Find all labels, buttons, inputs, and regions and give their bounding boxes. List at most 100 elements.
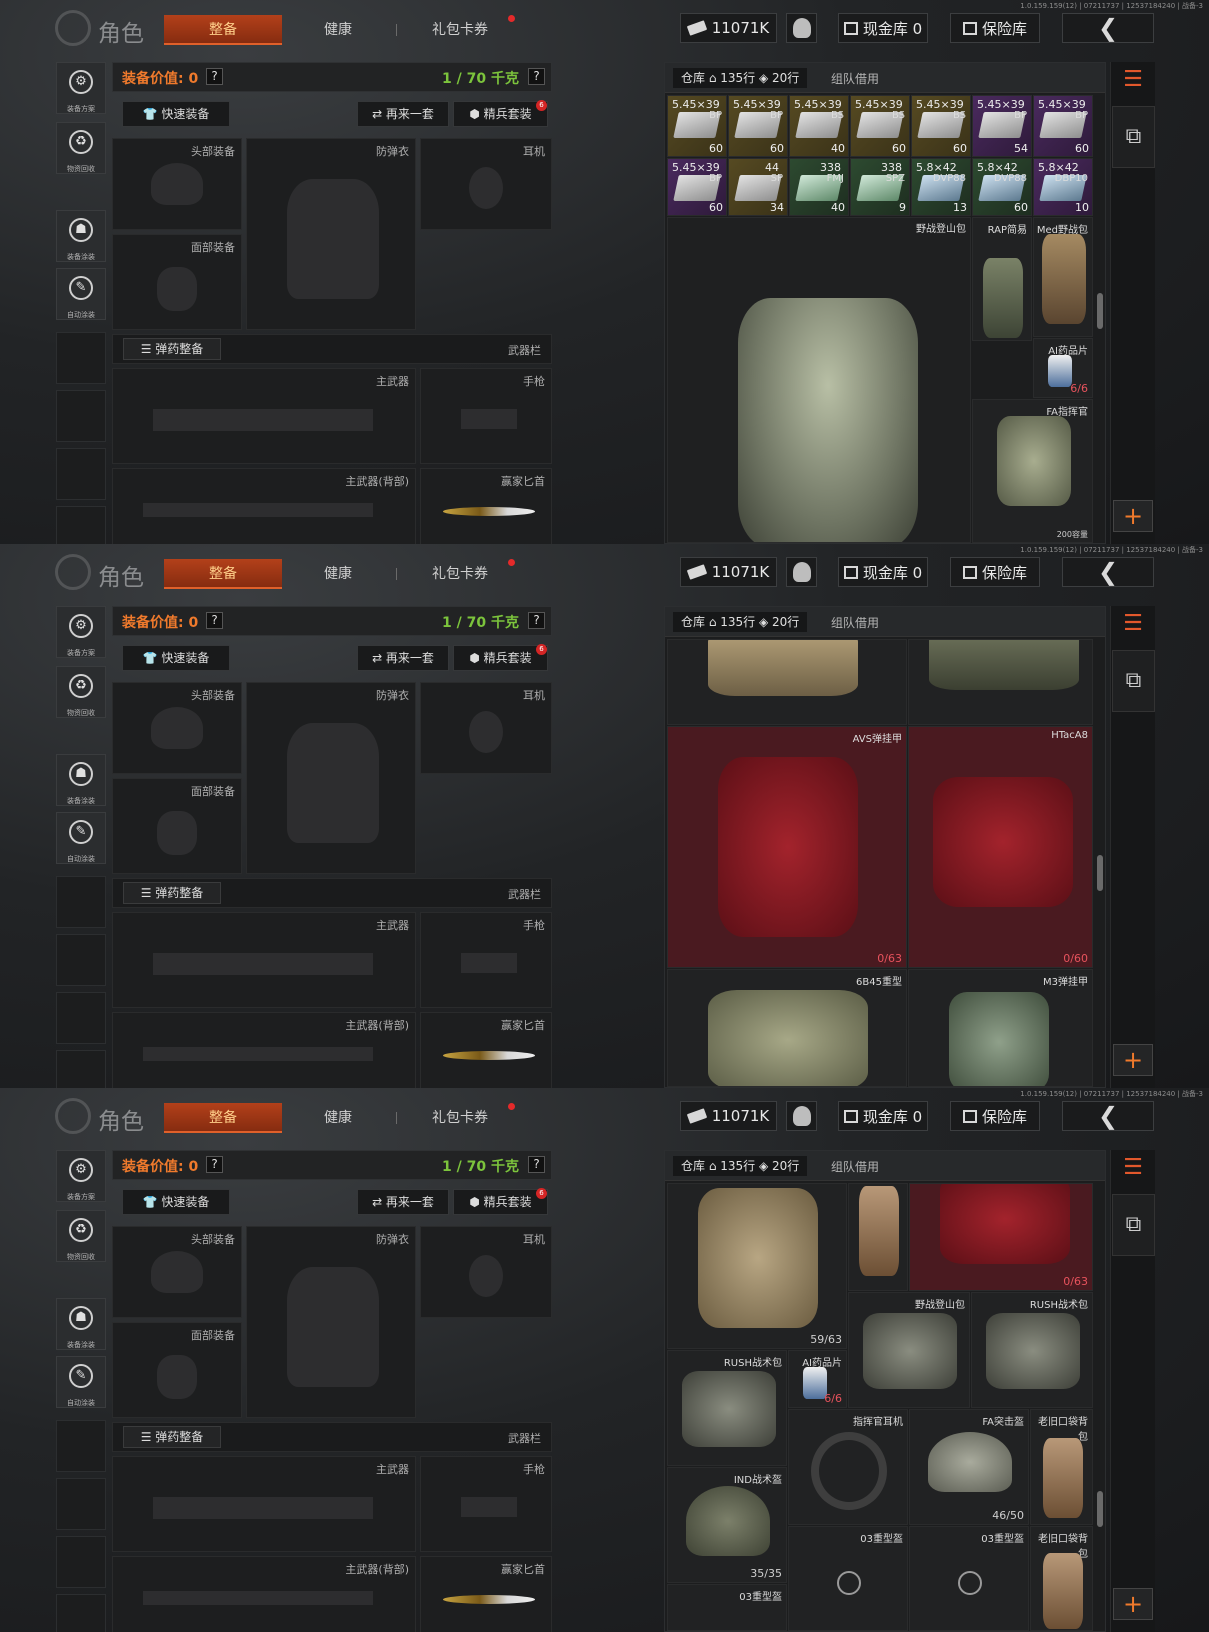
item-cell[interactable]: 03重型盔 [909,1526,1029,1631]
add-button[interactable]: + [1113,1044,1153,1076]
quick-equip-button[interactable]: 👕 快速装备 [122,1189,230,1215]
item-cell[interactable]: 03重型盔 [788,1526,908,1631]
head-slot[interactable]: 头部装备 [112,1226,242,1318]
armor-cell[interactable]: M3弹挂甲 [908,969,1093,1087]
tab-health[interactable]: 健康 [308,15,368,45]
team-borrow-tab[interactable]: 组队借用 [831,70,879,87]
armor-slot[interactable]: 防弹衣 [246,682,416,874]
repeat-set-button[interactable]: ⇄ 再来一套 [357,1189,449,1215]
repeat-set-button[interactable]: ⇄ 再来一套 [357,101,449,127]
main-weapon-slot[interactable]: 主武器 [112,912,416,1008]
money-box[interactable]: 11071K [680,557,777,587]
tab-gear[interactable]: 整备 [164,15,282,45]
team-borrow-tab[interactable]: 组队借用 [831,1158,879,1175]
ear-slot[interactable]: 耳机 [420,138,552,230]
tab-health[interactable]: 健康 [308,1103,368,1133]
knife-slot[interactable]: 赢家匕首 [420,1556,552,1632]
item-cell[interactable] [908,639,1093,725]
item-cell[interactable]: 老旧口袋背包 [1030,1409,1093,1525]
back-button[interactable]: ❮ [1062,13,1154,43]
face-slot[interactable]: 面部装备 [112,234,242,330]
item-cell[interactable]: FA突击盔 46/50 [909,1409,1029,1525]
safe-button[interactable]: 保险库 [950,13,1040,43]
item-cell[interactable]: 03重型盔 [667,1584,787,1631]
ammo-cell[interactable]: 5.45×39 BS 60 [850,95,910,157]
item-cell[interactable]: FA指挥官 200容量 [972,399,1093,543]
ammo-cell[interactable]: 338 SPZ 9 [850,158,910,216]
knife-slot[interactable]: 赢家匕首 [420,468,552,544]
ammo-prep-button[interactable]: ☰ 弹药整备 [123,1426,221,1448]
item-cell[interactable]: RUSH战术包 [667,1350,787,1466]
quick-equip-button[interactable]: 👕 快速装备 [122,101,230,127]
help-icon[interactable]: ? [528,1156,545,1173]
item-cell[interactable]: Med野战包 [1033,217,1093,337]
cash-vault-button[interactable]: 现金库 0 [838,13,928,43]
stack-icon[interactable]: ☰ [1120,612,1146,638]
sidebar-auto-paint[interactable]: ✎ 自动涂装 [56,268,106,320]
face-slot[interactable]: 面部装备 [112,778,242,874]
storage-tab[interactable]: 仓库 ⌂ 135行 ◈ 20行 [673,612,808,632]
item-cell[interactable] [667,639,907,725]
tab-gear[interactable]: 整备 [164,1103,282,1133]
soldier-button[interactable] [786,13,817,43]
ammo-prep-button[interactable]: ☰ 弹药整备 [123,882,221,904]
soldier-button[interactable] [786,1101,817,1131]
ear-slot[interactable]: 耳机 [420,1226,552,1318]
armor-cell[interactable]: 59/63 [667,1183,847,1349]
safe-button[interactable]: 保险库 [950,557,1040,587]
repeat-set-button[interactable]: ⇄ 再来一套 [357,645,449,671]
stack-icon[interactable]: ☰ [1120,68,1146,94]
team-borrow-tab[interactable]: 组队借用 [831,614,879,631]
elite-set-button[interactable]: ⬢ 精兵套装 [453,101,548,127]
tab-health[interactable]: 健康 [308,559,368,589]
armor-cell[interactable]: 6B45重型 [667,969,907,1087]
layer-icon[interactable]: ⧉ [1112,650,1155,712]
ammo-cell[interactable]: 5.45×39 BP 60 [667,158,727,216]
knife-slot[interactable]: 赢家匕首 [420,1012,552,1088]
armor-slot[interactable]: 防弹衣 [246,1226,416,1418]
back-weapon-slot[interactable]: 主武器(背部) [112,1012,416,1088]
item-cell[interactable]: 野战登山包 [848,1292,970,1408]
add-button[interactable]: + [1113,500,1153,532]
scrollbar[interactable] [1097,855,1103,891]
armor-cell[interactable]: 0/63 [909,1183,1093,1291]
main-weapon-slot[interactable]: 主武器 [112,1456,416,1552]
main-weapon-slot[interactable]: 主武器 [112,368,416,464]
sidebar-paint[interactable]: ☗ 装备涂装 [56,754,106,806]
quick-equip-button[interactable]: 👕 快速装备 [122,645,230,671]
layer-icon[interactable]: ⧉ [1112,1194,1155,1256]
stack-icon[interactable]: ☰ [1120,1156,1146,1182]
tab-gift[interactable]: 礼包卡券 [420,15,500,45]
face-slot[interactable]: 面部装备 [112,1322,242,1418]
back-button[interactable]: ❮ [1062,557,1154,587]
help-icon[interactable]: ? [206,1156,223,1173]
ammo-cell[interactable]: 5.8×42 DBP10 10 [1033,158,1093,216]
head-slot[interactable]: 头部装备 [112,682,242,774]
sidebar-paint[interactable]: ☗ 装备涂装 [56,1298,106,1350]
help-icon[interactable]: ? [528,612,545,629]
back-weapon-slot[interactable]: 主武器(背部) [112,468,416,544]
item-cell[interactable]: IND战术盔 35/35 [667,1467,787,1583]
scrollbar[interactable] [1097,293,1103,329]
sidebar-auto-paint[interactable]: ✎ 自动涂装 [56,812,106,864]
money-box[interactable]: 11071K [680,1101,777,1131]
sidebar-plan[interactable]: ⚙ 装备方案 [56,606,106,658]
backpack-cell[interactable]: 野战登山包 [667,217,971,543]
back-weapon-slot[interactable]: 主武器(背部) [112,1556,416,1632]
sidebar-plan[interactable]: ⚙ 装备方案 [56,62,106,114]
ammo-prep-button[interactable]: ☰ 弹药整备 [123,338,221,360]
ammo-cell[interactable]: 5.8×42 DVP88 13 [911,158,971,216]
sidebar-recycle[interactable]: ♻ 物资回收 [56,122,106,174]
sidebar-recycle[interactable]: ♻ 物资回收 [56,1210,106,1262]
item-cell[interactable]: 指挥官耳机 [788,1409,908,1525]
item-cell[interactable]: AI药品片 6/6 [788,1350,847,1408]
layer-icon[interactable]: ⧉ [1112,106,1155,168]
armor-cell[interactable]: AVS弹挂甲 0/63 [667,726,907,968]
item-cell[interactable]: AI药品片 6/6 [1033,338,1093,398]
item-cell[interactable]: RUSH战术包 [971,1292,1093,1408]
armor-slot[interactable]: 防弹衣 [246,138,416,330]
storage-tab[interactable]: 仓库 ⌂ 135行 ◈ 20行 [673,1156,808,1176]
ammo-cell[interactable]: 5.8×42 DVP88 60 [972,158,1032,216]
cash-vault-button[interactable]: 现金库 0 [838,557,928,587]
sidebar-plan[interactable]: ⚙ 装备方案 [56,1150,106,1202]
